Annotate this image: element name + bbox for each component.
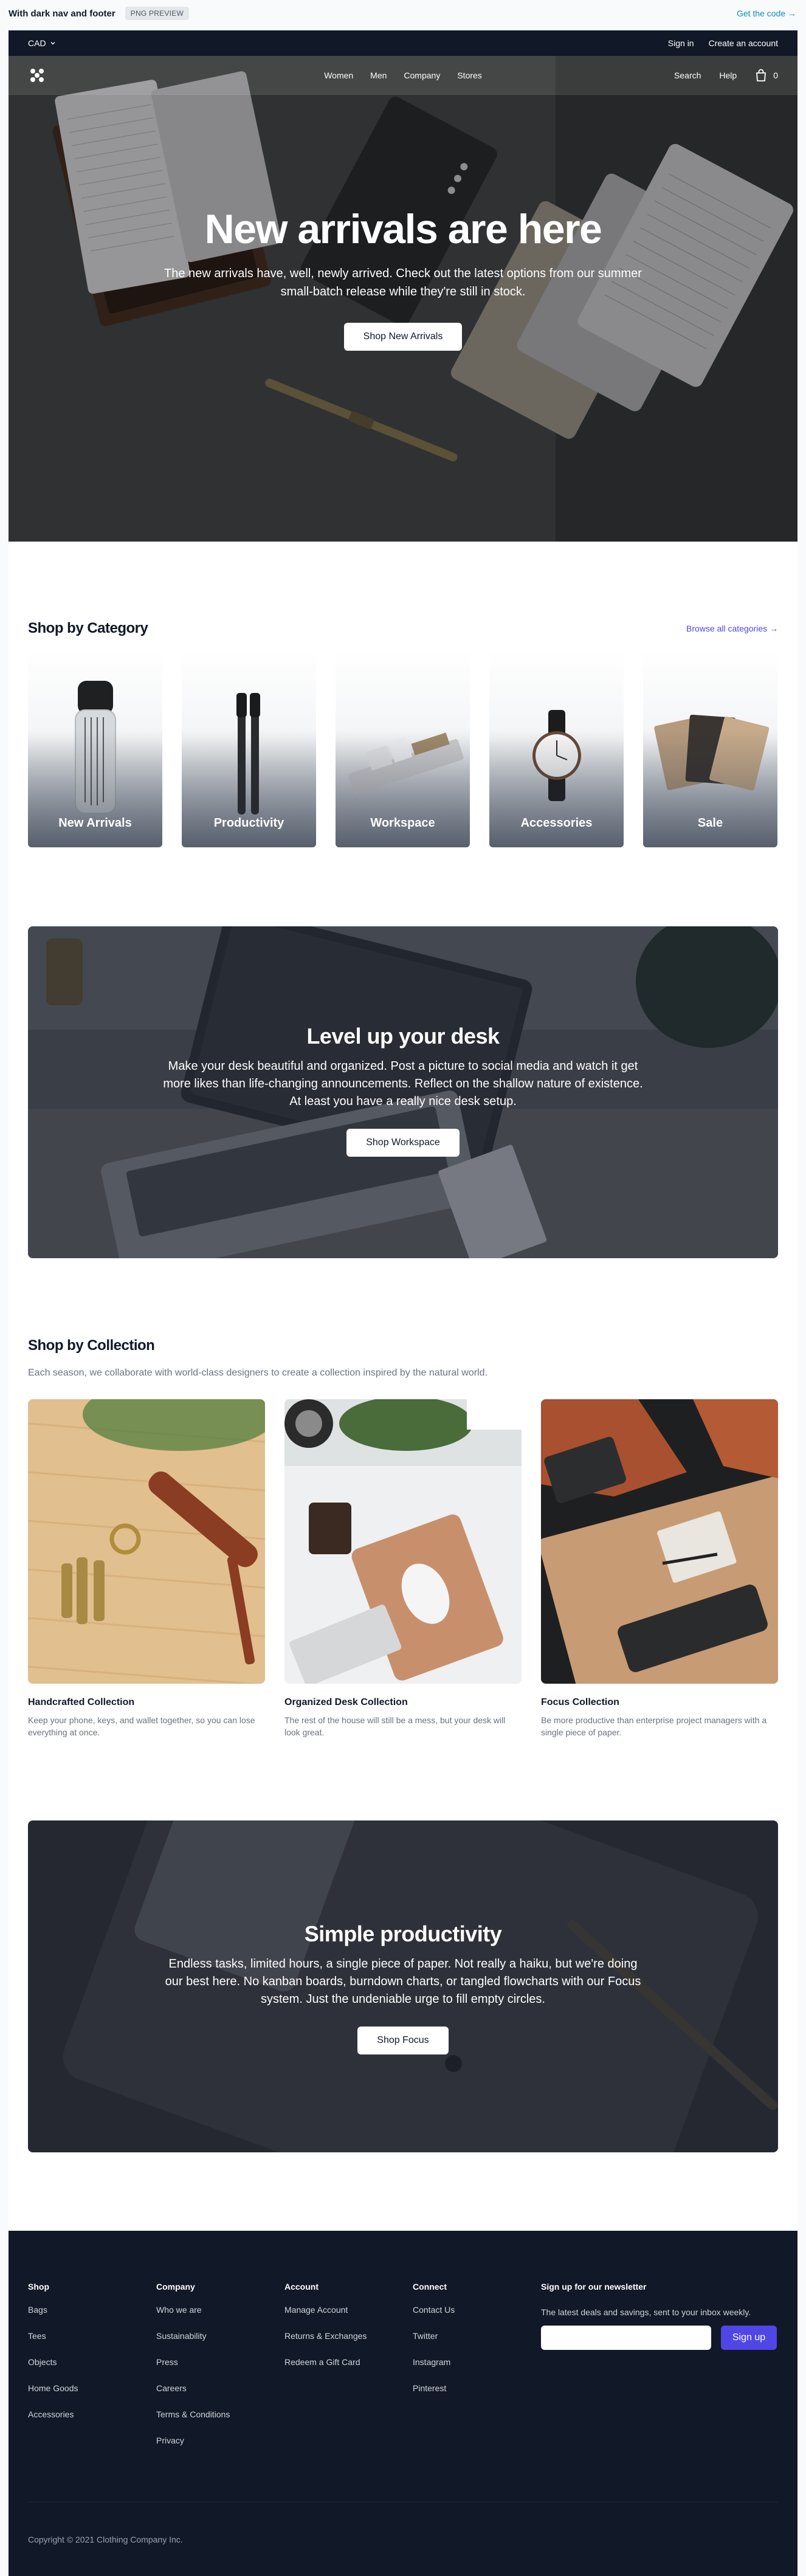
collection-card-handcrafted[interactable]: Handcrafted Collection Keep your phone, … [28, 1399, 265, 1739]
footer-link[interactable]: Sustainability [156, 2331, 284, 2341]
get-code-link[interactable]: Get the code → [737, 9, 796, 18]
footer-column-shop: Shop Bags Tees Objects Home Goods Access… [28, 2282, 156, 2462]
footer-heading: Account [284, 2282, 319, 2292]
collection-subtitle: Each season, we collaborate with world-c… [28, 1368, 487, 1378]
shop-workspace-button[interactable]: Shop Workspace [346, 1129, 460, 1157]
footer-link[interactable]: Twitter [413, 2331, 541, 2341]
newsletter-text: The latest deals and savings, sent to yo… [541, 2307, 751, 2317]
footer-link[interactable]: Bags [28, 2305, 156, 2315]
footer-heading: Company [156, 2282, 195, 2292]
copyright: Copyright © 2021 Clothing Company Inc. [28, 2535, 183, 2544]
collection-name: Organized Desk Collection [284, 1697, 408, 1707]
footer-column-account: Account Manage Account Returns & Exchang… [284, 2282, 413, 2462]
footer-heading: Connect [413, 2282, 447, 2292]
footer: Shop Bags Tees Objects Home Goods Access… [9, 2231, 797, 2576]
newsletter-section: Sign up for our newsletter The latest de… [541, 2282, 778, 2462]
category-card-workspace[interactable]: Workspace [336, 650, 470, 847]
footer-link[interactable]: Contact Us [413, 2305, 541, 2315]
collection-heading: Shop by Collection [28, 1337, 155, 1354]
category-card-sale[interactable]: Sale [643, 650, 777, 847]
sign-up-button[interactable]: Sign up [721, 2326, 777, 2350]
category-label: Accessories [520, 816, 593, 830]
category-label: Sale [697, 816, 723, 830]
newsletter-heading: Sign up for our newsletter [541, 2282, 647, 2292]
desk-banner: Level up your desk Make your desk beauti… [28, 926, 778, 1258]
currency-selector[interactable]: CAD [28, 38, 56, 48]
sign-in-link[interactable]: Sign in [668, 38, 694, 48]
category-card-productivity[interactable]: Productivity [182, 650, 316, 847]
search-link[interactable]: Search [674, 71, 701, 80]
footer-link[interactable]: Privacy [156, 2436, 284, 2445]
footer-link[interactable]: Careers [156, 2383, 284, 2393]
cart-button[interactable]: 0 [755, 69, 778, 82]
focus-banner-text: Endless tasks, limited hours, a single p… [165, 1957, 641, 2006]
footer-link[interactable]: Press [156, 2357, 284, 2367]
preview-bar: With dark nav and footer PNG PREVIEW Get… [0, 0, 806, 27]
focus-banner: Simple productivity Endless tasks, limit… [28, 1820, 778, 2152]
collection-section: Shop by Collection Each season, we colla… [28, 1337, 778, 1739]
collection-card-organized-desk[interactable]: Organized Desk Collection The rest of th… [284, 1399, 522, 1739]
collection-description: The rest of the house will still be a me… [284, 1715, 506, 1738]
hero-title: New arrivals are here [204, 206, 602, 252]
footer-link[interactable]: Manage Account [284, 2305, 413, 2315]
preview-badge: PNG PREVIEW [125, 7, 190, 20]
page-frame: CAD Sign in Create an account Women Men … [9, 30, 797, 2576]
collection-description: Keep your phone, keys, and wallet togeth… [28, 1715, 255, 1738]
logo-icon[interactable] [28, 66, 46, 84]
category-label: Productivity [213, 816, 284, 830]
collection-name: Focus Collection [541, 1697, 619, 1707]
collection-card-focus[interactable]: Focus Collection Be more productive than… [541, 1399, 778, 1739]
footer-link[interactable]: Terms & Conditions [156, 2409, 284, 2419]
collection-image [28, 1399, 265, 1684]
footer-link[interactable]: Objects [28, 2357, 156, 2367]
chevron-down-icon [50, 42, 55, 45]
newsletter-email-input[interactable] [541, 2326, 711, 2350]
preview-title: With dark nav and footer [9, 8, 115, 19]
footer-link[interactable]: Home Goods [28, 2383, 156, 2393]
footer-link[interactable]: Instagram [413, 2357, 541, 2367]
category-heading: Shop by Category [28, 620, 148, 636]
category-section: Shop by Category Browse all categories →… [28, 620, 778, 847]
footer-link[interactable]: Returns & Exchanges [284, 2331, 413, 2341]
category-label: New Arrivals [58, 816, 132, 830]
create-account-link[interactable]: Create an account [709, 38, 778, 48]
hero-subtitle: The new arrivals have, well, newly arriv… [164, 267, 642, 299]
help-link[interactable]: Help [719, 71, 737, 80]
shopping-bag-icon [756, 69, 766, 81]
nav-link-women[interactable]: Women [324, 71, 353, 80]
category-card-accessories[interactable]: Accessories [489, 650, 624, 847]
shop-new-arrivals-button[interactable]: Shop New Arrivals [343, 323, 463, 351]
desk-banner-text: Make your desk beautiful and organized. … [163, 1059, 643, 1108]
collection-description: Be more productive than enterprise proje… [541, 1715, 767, 1738]
browse-all-categories-link[interactable]: Browse all categories → [686, 624, 778, 633]
footer-link[interactable]: Who we are [156, 2305, 284, 2315]
focus-banner-title: Simple productivity [304, 1921, 502, 1946]
footer-column-connect: Connect Contact Us Twitter Instagram Pin… [413, 2282, 541, 2462]
footer-column-company: Company Who we are Sustainability Press … [156, 2282, 284, 2462]
collection-image [284, 1399, 522, 1684]
category-card-new-arrivals[interactable]: New Arrivals [28, 650, 162, 847]
category-label: Workspace [370, 816, 435, 830]
main-nav: Women Men Company Stores Search Help 0 [9, 56, 797, 95]
nav-link-stores[interactable]: Stores [457, 71, 481, 80]
top-bar: CAD Sign in Create an account [9, 30, 797, 56]
nav-link-company[interactable]: Company [404, 71, 440, 80]
footer-link[interactable]: Tees [28, 2331, 156, 2341]
footer-link[interactable]: Pinterest [413, 2383, 541, 2393]
nav-link-men[interactable]: Men [370, 71, 387, 80]
collection-name: Handcrafted Collection [28, 1697, 135, 1707]
footer-link[interactable]: Accessories [28, 2409, 156, 2419]
footer-link[interactable]: Redeem a Gift Card [284, 2357, 413, 2367]
hero: Women Men Company Stores Search Help 0 N… [9, 56, 797, 542]
shop-focus-button[interactable]: Shop Focus [357, 2027, 449, 2054]
footer-heading: Shop [28, 2282, 49, 2292]
cart-count: 0 [773, 70, 778, 80]
collection-image [541, 1399, 778, 1684]
currency-label: CAD [28, 38, 46, 48]
desk-banner-title: Level up your desk [306, 1024, 500, 1049]
